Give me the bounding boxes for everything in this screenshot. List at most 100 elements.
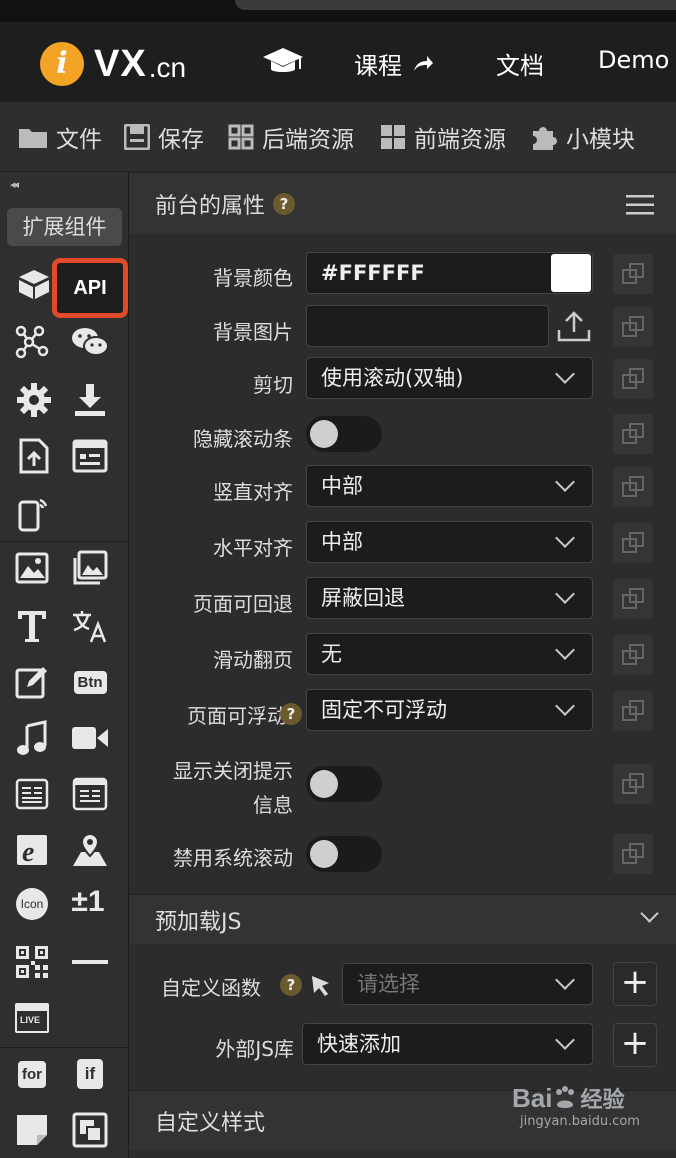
video-camera-icon[interactable] xyxy=(70,718,110,758)
chevron-down-icon xyxy=(555,528,575,548)
bg-image-input[interactable] xyxy=(306,305,549,347)
divider-line-icon[interactable] xyxy=(70,942,110,982)
qr-code-icon[interactable] xyxy=(12,942,52,982)
network-nodes-icon[interactable] xyxy=(12,322,52,362)
save-button[interactable]: 保存 xyxy=(124,120,204,154)
copy-icon[interactable] xyxy=(613,254,653,294)
api-component[interactable]: API xyxy=(52,258,128,318)
upload-icon[interactable] xyxy=(557,310,591,342)
if-badge: if xyxy=(76,1059,104,1089)
icon-component-icon[interactable]: Icon xyxy=(12,884,52,924)
image-icon[interactable] xyxy=(12,548,52,588)
preload-js-header[interactable]: 预加载JS xyxy=(129,894,676,944)
for-badge: for xyxy=(18,1060,46,1088)
add-library-button[interactable]: + xyxy=(613,1023,657,1067)
if-condition-icon[interactable]: if xyxy=(70,1054,110,1094)
translate-icon[interactable] xyxy=(70,606,110,646)
disable-scroll-toggle[interactable] xyxy=(306,836,382,872)
logo-icon: i xyxy=(40,42,84,86)
live-icon[interactable]: LIVE xyxy=(12,998,52,1038)
grid-filled-icon xyxy=(381,125,405,149)
chevron-down-icon xyxy=(555,472,575,492)
mobile-vibrate-icon[interactable] xyxy=(12,494,52,534)
wechat-icon[interactable] xyxy=(70,322,110,362)
copy-icon[interactable] xyxy=(613,764,653,804)
copy-icon[interactable] xyxy=(613,467,653,507)
baidu-watermark: Bai 经验 jingyan.baidu.com xyxy=(512,1082,662,1144)
chevron-down-icon xyxy=(555,364,575,384)
logo[interactable]: i VX .cn xyxy=(40,42,186,86)
box-3d-icon[interactable] xyxy=(14,264,54,304)
menu-icon[interactable] xyxy=(626,194,654,216)
download-icon[interactable] xyxy=(70,380,110,420)
for-loop-icon[interactable]: for xyxy=(12,1054,52,1094)
add-function-button[interactable]: + xyxy=(613,962,657,1006)
copy-icon[interactable] xyxy=(613,579,653,619)
float-select[interactable]: 固定不可浮动 xyxy=(306,689,593,731)
frontend-resources-button[interactable]: 前端资源 xyxy=(380,120,506,154)
map-pin-icon[interactable] xyxy=(70,830,110,870)
hide-scrollbar-toggle[interactable] xyxy=(306,416,382,452)
nav-demo[interactable]: Demo xyxy=(598,46,669,74)
chevron-down-icon xyxy=(555,970,575,990)
close-tip-toggle[interactable] xyxy=(306,766,382,802)
nav-docs[interactable]: 文档 xyxy=(496,46,544,81)
copy-icon[interactable] xyxy=(613,635,653,675)
module-button[interactable]: 小模块 xyxy=(530,120,635,154)
back-select[interactable]: 屏蔽回退 xyxy=(306,577,593,619)
backend-label: 后端资源 xyxy=(262,127,354,153)
external-js-select[interactable]: 快速添加 xyxy=(302,1023,593,1065)
close-tip-label-line1: 显示关闭提示 xyxy=(173,759,293,783)
color-swatch[interactable] xyxy=(551,254,591,292)
music-note-icon[interactable] xyxy=(12,718,52,758)
help-icon[interactable]: ? xyxy=(273,193,296,215)
grid-outline-icon xyxy=(228,124,254,150)
article-window-icon[interactable] xyxy=(70,774,110,814)
button-component-icon[interactable]: Btn xyxy=(70,662,110,702)
file-upload-icon[interactable] xyxy=(14,436,54,476)
calendar-form-icon[interactable] xyxy=(70,436,110,476)
window-top-strip xyxy=(0,0,676,22)
copy-icon[interactable] xyxy=(613,523,653,563)
swipe-select[interactable]: 无 xyxy=(306,633,593,675)
copy-icon[interactable] xyxy=(613,414,653,454)
copy-icon[interactable] xyxy=(613,359,653,399)
swipe-label: 滑动翻页 xyxy=(213,648,293,672)
gallery-icon[interactable] xyxy=(70,548,110,588)
halign-select[interactable]: 中部 xyxy=(306,521,593,563)
text-icon[interactable] xyxy=(12,606,52,646)
copy-icon[interactable] xyxy=(613,307,653,347)
bg-color-input[interactable]: #FFFFFF xyxy=(306,252,593,294)
collapse-sidebar-button[interactable]: ◂◂ xyxy=(10,178,19,191)
article-icon[interactable] xyxy=(12,774,52,814)
valign-value: 中部 xyxy=(321,474,363,498)
clip-value: 使用滚动(双轴) xyxy=(321,366,464,390)
clip-select[interactable]: 使用滚动(双轴) xyxy=(306,357,593,399)
close-tip-label-line2: 信息 xyxy=(253,793,293,817)
browser-tab xyxy=(235,0,676,10)
browser-ie-icon[interactable]: e xyxy=(12,830,52,870)
counter-icon[interactable]: ±1 xyxy=(68,882,108,922)
valign-select[interactable]: 中部 xyxy=(306,465,593,507)
live-frame: LIVE xyxy=(15,1003,49,1033)
sticky-note-icon[interactable] xyxy=(12,1110,52,1150)
custom-func-select[interactable]: 请选择 xyxy=(342,963,593,1005)
help-icon[interactable]: ? xyxy=(280,703,302,725)
help-icon[interactable]: ? xyxy=(280,974,302,996)
edit-icon[interactable] xyxy=(12,662,52,702)
cursor-icon[interactable] xyxy=(310,974,332,998)
copy-icon[interactable] xyxy=(613,834,653,874)
file-label: 文件 xyxy=(56,127,102,153)
share-arrow-icon xyxy=(414,55,433,71)
graduation-cap-icon[interactable] xyxy=(262,44,304,80)
clip-label: 剪切 xyxy=(253,373,293,397)
gear-icon[interactable] xyxy=(14,380,54,420)
extension-components-tab[interactable]: 扩展组件 xyxy=(7,208,122,246)
copy-icon[interactable] xyxy=(613,691,653,731)
backend-resources-button[interactable]: 后端资源 xyxy=(228,120,354,154)
chevron-down-icon xyxy=(555,696,575,716)
layer-frame-icon[interactable] xyxy=(70,1110,110,1150)
nav-course[interactable]: 课程 xyxy=(354,46,434,81)
file-button[interactable]: 文件 xyxy=(18,120,102,154)
logo-name: VX xyxy=(94,42,147,85)
